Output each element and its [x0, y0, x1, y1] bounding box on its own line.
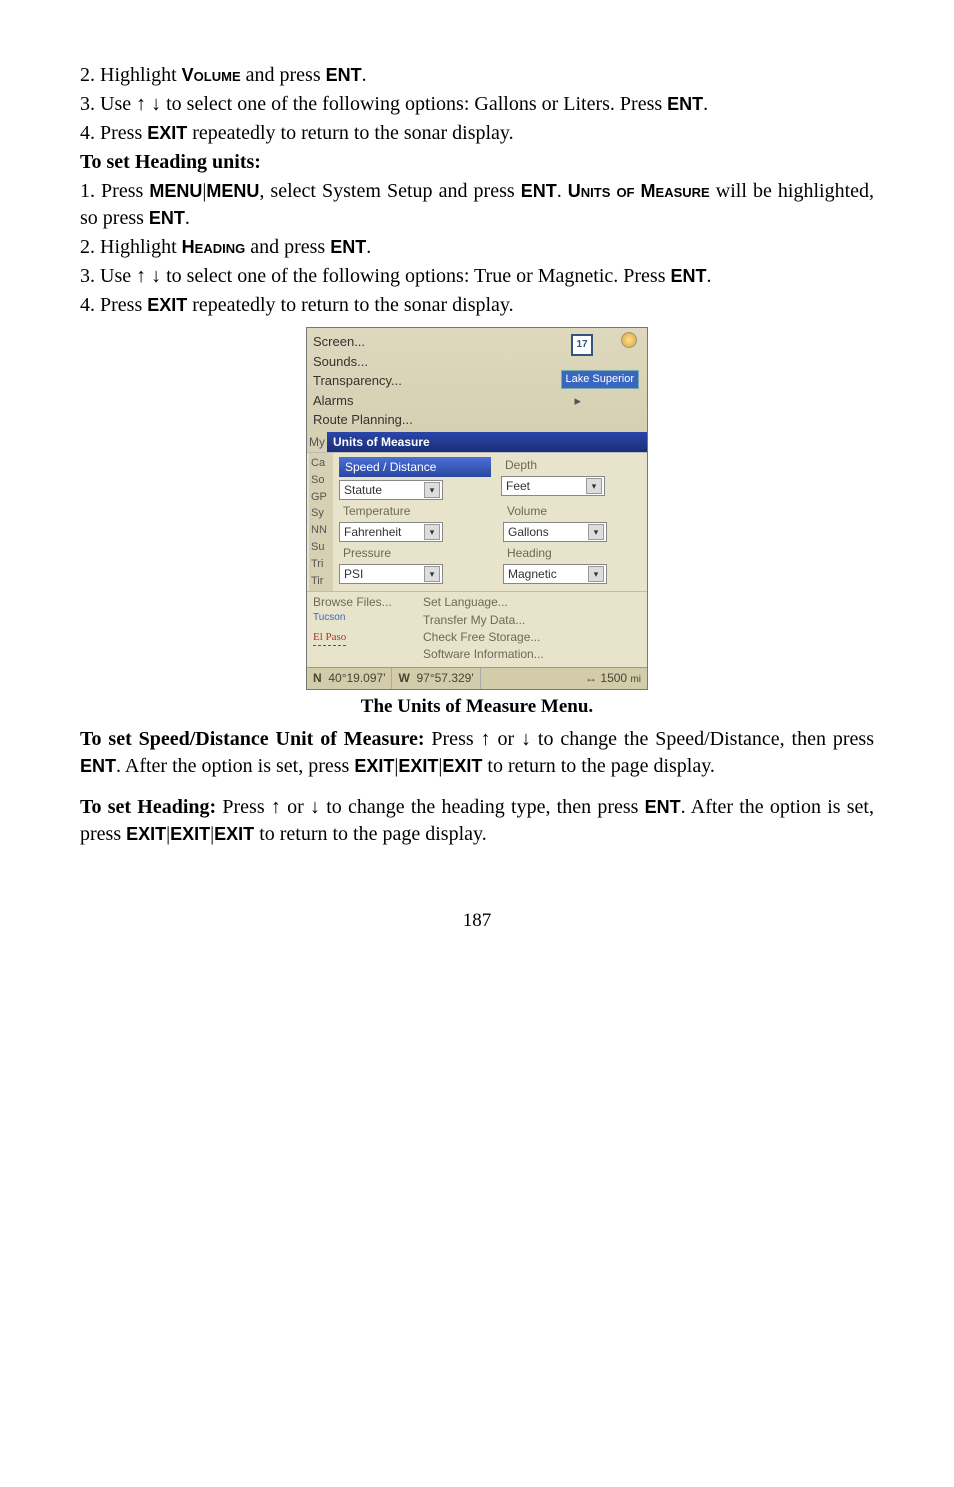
volume-label: Volume	[503, 503, 657, 519]
heading-label: Heading	[503, 545, 657, 561]
chevron-down-icon: ▾	[588, 524, 604, 540]
chevron-down-icon: ▾	[424, 566, 440, 582]
page-number: 187	[80, 908, 874, 934]
status-lat: N 40°19.097'	[307, 668, 392, 689]
menu-software-info[interactable]: Software Information...	[423, 646, 641, 663]
chevron-down-icon: ▾	[424, 524, 440, 540]
spacer	[80, 782, 874, 792]
step-4-exit: 4. Press EXIT repeatedly to return to th…	[80, 120, 874, 147]
units-panel: Ca So GP Sy NN Su Tri Tir Speed / Distan…	[307, 452, 647, 592]
bottom-menu: Browse Files... Tucson El Paso Set Langu…	[307, 591, 647, 667]
depth-label: Depth	[501, 457, 655, 473]
menu-alarms[interactable]: Alarms▸	[313, 391, 641, 411]
top-menu: 17 Screen... Sounds... Transparency... A…	[307, 328, 647, 432]
menu-check-storage[interactable]: Check Free Storage...	[423, 629, 641, 646]
chevron-down-icon: ▾	[588, 566, 604, 582]
pressure-select[interactable]: PSI ▾	[339, 564, 443, 584]
highway-shield-icon: 17	[571, 334, 593, 356]
menu-browse-files[interactable]: Browse Files...	[313, 594, 423, 610]
figure-wrap: 17 Screen... Sounds... Transparency... A…	[80, 327, 874, 720]
figure-caption: The Units of Measure Menu.	[80, 694, 874, 720]
device-screenshot: 17 Screen... Sounds... Transparency... A…	[306, 327, 648, 690]
heading-select[interactable]: Magnetic ▾	[503, 564, 607, 584]
para-speed-distance: To set Speed/Distance Unit of Measure: P…	[80, 726, 874, 780]
pressure-label: Pressure	[339, 545, 493, 561]
depth-select[interactable]: Feet ▾	[501, 476, 605, 496]
para-heading: To set Heading: Press ↑ or ↓ to change t…	[80, 794, 874, 848]
menu-set-language[interactable]: Set Language...	[423, 594, 641, 611]
units-bar[interactable]: My Units of Measure	[307, 432, 647, 452]
heading-step-2: 2. Highlight Heading and press ENT.	[80, 234, 874, 261]
volume-select[interactable]: Gallons ▾	[503, 522, 607, 542]
temperature-select[interactable]: Fahrenheit ▾	[339, 522, 443, 542]
submenu-arrow-icon: ▸	[574, 392, 581, 410]
menu-route[interactable]: Route Planning...	[313, 410, 641, 430]
speed-distance-header: Speed / Distance	[339, 457, 491, 477]
map-label-tucson: Tucson	[313, 611, 423, 625]
speed-distance-select[interactable]: Statute ▾	[339, 480, 443, 500]
status-bar: N 40°19.097' W 97°57.329' ↔ 1500 mi	[307, 667, 647, 689]
chevron-down-icon: ▾	[586, 478, 602, 494]
map-label-el-paso: El Paso	[313, 630, 346, 646]
status-dist: ↔ 1500 mi	[579, 668, 647, 689]
step-3-select: 3. Use ↑ ↓ to select one of the followin…	[80, 91, 874, 118]
heading-step-4: 4. Press EXIT repeatedly to return to th…	[80, 292, 874, 319]
step-2-volume: 2. Highlight Volume and press ENT.	[80, 62, 874, 89]
heading-step-3: 3. Use ↑ ↓ to select one of the followin…	[80, 263, 874, 290]
left-letter-column: Ca So GP Sy NN Su Tri Tir	[309, 453, 333, 592]
menu-transfer-data[interactable]: Transfer My Data...	[423, 612, 641, 629]
chevron-down-icon: ▾	[424, 482, 440, 498]
status-lon: W 97°57.329'	[392, 668, 480, 689]
heading-units-title: To set Heading units:	[80, 149, 874, 176]
lake-superior-label: Lake Superior	[561, 370, 640, 389]
compass-icon	[621, 332, 637, 348]
temperature-label: Temperature	[339, 503, 493, 519]
heading-step-1: 1. Press MENU|MENU, select System Setup …	[80, 178, 874, 232]
